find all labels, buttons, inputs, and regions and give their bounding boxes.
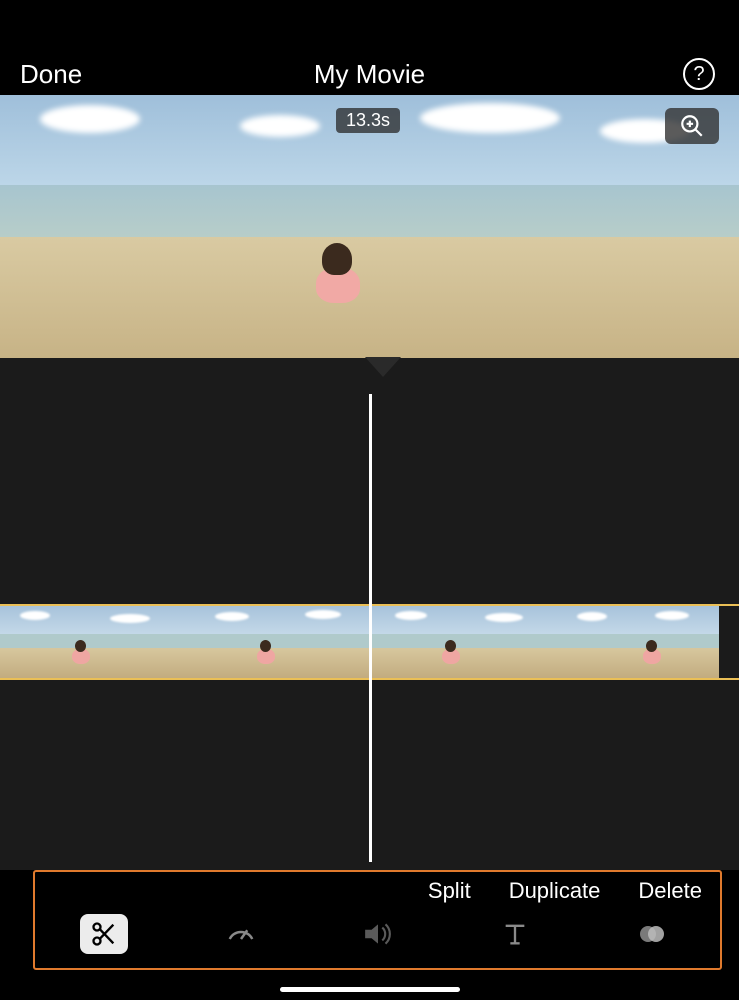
preview-sand (0, 237, 739, 358)
clip-thumbnail[interactable] (0, 606, 185, 678)
video-preview[interactable] (0, 95, 739, 358)
playhead-marker (369, 359, 397, 375)
top-bar: Done My Movie ? (0, 52, 739, 96)
clip-thumbnail[interactable] (555, 606, 719, 678)
edit-actions: Split Duplicate Delete (428, 878, 702, 904)
volume-tool[interactable] (354, 914, 402, 954)
text-icon (501, 920, 529, 948)
scissors-icon (90, 920, 118, 948)
titles-tool[interactable] (491, 914, 539, 954)
edit-toolbar: Split Duplicate Delete (33, 870, 722, 970)
duration-badge: 13.3s (336, 108, 400, 133)
clip-thumbnail[interactable] (370, 606, 555, 678)
speed-tool[interactable] (217, 914, 265, 954)
playhead-line[interactable] (369, 394, 372, 862)
filters-icon (637, 921, 667, 947)
zoom-in-button[interactable] (665, 108, 719, 144)
clip-thumbnail[interactable] (185, 606, 370, 678)
actions-tool[interactable] (80, 914, 128, 954)
speaker-icon (363, 921, 393, 947)
filters-tool[interactable] (628, 914, 676, 954)
preview-sea (0, 185, 739, 237)
delete-button[interactable]: Delete (638, 878, 702, 904)
duplicate-button[interactable]: Duplicate (509, 878, 601, 904)
preview-subject (310, 243, 365, 298)
edit-tools-row (35, 910, 720, 958)
done-button[interactable]: Done (20, 59, 82, 90)
split-button[interactable]: Split (428, 878, 471, 904)
magnifier-plus-icon (679, 113, 705, 139)
home-indicator[interactable] (280, 987, 460, 992)
project-title: My Movie (314, 59, 425, 90)
help-button[interactable]: ? (683, 58, 715, 90)
speedometer-icon (226, 919, 256, 949)
